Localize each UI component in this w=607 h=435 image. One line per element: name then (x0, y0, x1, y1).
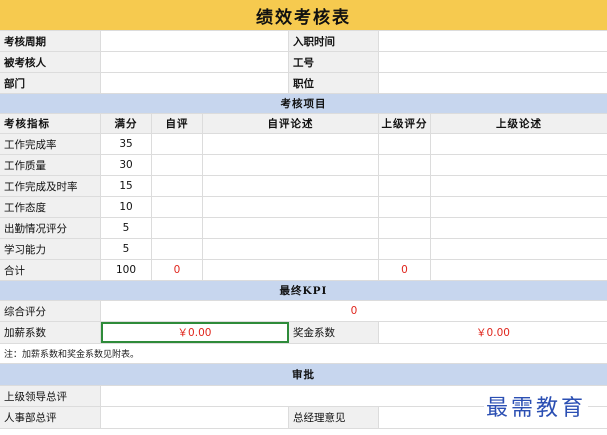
info-row-2: 被考核人 工号 (0, 52, 607, 73)
manager-comment-cell[interactable] (431, 134, 607, 154)
col-self-score[interactable]: 自评 (152, 114, 203, 133)
indicator-cell[interactable]: 工作完成率 (0, 134, 101, 154)
department-label[interactable]: 部门 (0, 73, 101, 93)
indicator-cell[interactable]: 学习能力 (0, 239, 101, 259)
table-row: 学习能力 5 (0, 239, 607, 260)
col-full-score[interactable]: 满分 (101, 114, 152, 133)
full-score-cell[interactable]: 15 (101, 176, 152, 196)
hr-review-cell[interactable] (101, 407, 289, 428)
table-row: 工作态度 10 (0, 197, 607, 218)
section-kpi-header[interactable]: 最终KPI (0, 281, 607, 300)
position-label[interactable]: 职位 (289, 73, 379, 93)
coefficient-row: 加薪系数 ￥0.00 奖金系数 ￥0.00 (0, 322, 607, 344)
total-full-score[interactable]: 100 (101, 260, 152, 280)
manager-comment-cell[interactable] (431, 218, 607, 238)
total-manager-score[interactable]: 0 (379, 260, 431, 280)
department-value-cell[interactable] (101, 73, 289, 93)
hire-date-value-cell[interactable] (379, 31, 607, 51)
section-items-row: 考核项目 (0, 94, 607, 114)
note-text[interactable]: 注：加薪系数和奖金系数见附表。 (0, 344, 607, 363)
manager-comment-cell[interactable] (431, 176, 607, 196)
note-row: 注：加薪系数和奖金系数见附表。 (0, 344, 607, 364)
indicator-cell[interactable]: 工作质量 (0, 155, 101, 175)
self-comment-cell[interactable] (203, 260, 379, 280)
info-row-3: 部门 职位 (0, 73, 607, 94)
assessee-label[interactable]: 被考核人 (0, 52, 101, 72)
table-row: 工作完成及时率 15 (0, 176, 607, 197)
indicator-cell[interactable]: 工作态度 (0, 197, 101, 217)
self-score-cell[interactable] (152, 134, 203, 154)
self-comment-cell[interactable] (203, 218, 379, 238)
overall-score-label[interactable]: 综合评分 (0, 301, 101, 321)
self-comment-cell[interactable] (203, 239, 379, 259)
table-row: 工作质量 30 (0, 155, 607, 176)
full-score-cell[interactable]: 5 (101, 239, 152, 259)
info-row-1: 考核周期 入职时间 (0, 31, 607, 52)
self-comment-cell[interactable] (203, 197, 379, 217)
table-row: 工作完成率 35 (0, 134, 607, 155)
manager-comment-cell[interactable] (431, 197, 607, 217)
overall-score-row: 综合评分 0 (0, 301, 607, 322)
manager-score-cell[interactable] (379, 218, 431, 238)
spreadsheet: 绩效考核表 考核周期 入职时间 被考核人 工号 部门 职位 考核项目 考核指标 … (0, 0, 607, 435)
full-score-cell[interactable]: 30 (101, 155, 152, 175)
total-self-score[interactable]: 0 (152, 260, 203, 280)
self-score-cell[interactable] (152, 197, 203, 217)
manager-score-cell[interactable] (379, 176, 431, 196)
watermark-logo: 最需教育 (484, 390, 589, 422)
full-score-cell[interactable]: 5 (101, 218, 152, 238)
col-indicator[interactable]: 考核指标 (0, 114, 101, 133)
full-score-cell[interactable]: 10 (101, 197, 152, 217)
manager-comment-cell[interactable] (431, 239, 607, 259)
leader-review-label[interactable]: 上级领导总评 (0, 386, 101, 406)
assessee-value-cell[interactable] (101, 52, 289, 72)
manager-score-cell[interactable] (379, 155, 431, 175)
raise-coefficient-label[interactable]: 加薪系数 (0, 322, 101, 343)
indicator-cell[interactable]: 工作完成及时率 (0, 176, 101, 196)
period-label[interactable]: 考核周期 (0, 31, 101, 51)
position-value-cell[interactable] (379, 73, 607, 93)
overall-score-value[interactable]: 0 (101, 301, 607, 321)
column-header-row: 考核指标 满分 自评 自评论述 上级评分 上级论述 (0, 114, 607, 134)
col-self-comment[interactable]: 自评论述 (203, 114, 379, 133)
title-row: 绩效考核表 (0, 0, 607, 31)
table-row: 出勤情况评分 5 (0, 218, 607, 239)
self-score-cell[interactable] (152, 218, 203, 238)
bonus-coefficient-label[interactable]: 奖金系数 (289, 322, 379, 343)
col-manager-score[interactable]: 上级评分 (379, 114, 431, 133)
section-approval-header[interactable]: 审批 (0, 364, 607, 385)
manager-score-cell[interactable] (379, 197, 431, 217)
raise-coefficient-value[interactable]: ￥0.00 (101, 322, 289, 343)
self-comment-cell[interactable] (203, 155, 379, 175)
section-kpi-row: 最终KPI (0, 281, 607, 301)
section-items-header[interactable]: 考核项目 (0, 94, 607, 113)
manager-score-cell[interactable] (379, 134, 431, 154)
total-row: 合计 100 0 0 (0, 260, 607, 281)
bonus-coefficient-value[interactable]: ￥0.00 (379, 322, 607, 343)
self-comment-cell[interactable] (203, 134, 379, 154)
self-score-cell[interactable] (152, 239, 203, 259)
self-score-cell[interactable] (152, 155, 203, 175)
col-manager-comment[interactable]: 上级论述 (431, 114, 607, 133)
manager-comment-cell[interactable] (431, 260, 607, 280)
self-score-cell[interactable] (152, 176, 203, 196)
hire-date-label[interactable]: 入职时间 (289, 31, 379, 51)
employee-id-label[interactable]: 工号 (289, 52, 379, 72)
gm-opinion-label[interactable]: 总经理意见 (289, 407, 379, 428)
section-approval-row: 审批 (0, 364, 607, 386)
hr-review-label[interactable]: 人事部总评 (0, 407, 101, 428)
period-value-cell[interactable] (101, 31, 289, 51)
self-comment-cell[interactable] (203, 176, 379, 196)
employee-id-value-cell[interactable] (379, 52, 607, 72)
sheet-title[interactable]: 绩效考核表 (0, 0, 607, 30)
indicator-cell[interactable]: 出勤情况评分 (0, 218, 101, 238)
manager-comment-cell[interactable] (431, 155, 607, 175)
total-label[interactable]: 合计 (0, 260, 101, 280)
manager-score-cell[interactable] (379, 239, 431, 259)
full-score-cell[interactable]: 35 (101, 134, 152, 154)
